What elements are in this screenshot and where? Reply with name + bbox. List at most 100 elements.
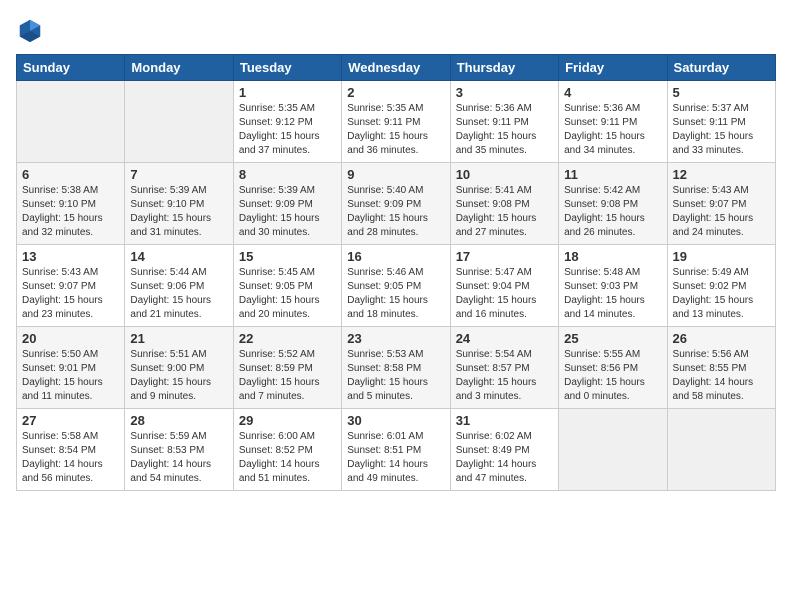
day-detail: Sunrise: 5:39 AM Sunset: 9:09 PM Dayligh…: [239, 184, 336, 240]
calendar-day: 24 Sunrise: 5:54 AM Sunset: 8:57 PM Dayli…: [450, 327, 558, 409]
day-number: 5: [673, 85, 770, 100]
day-number: 10: [456, 167, 553, 182]
day-number: 29: [239, 413, 336, 428]
day-detail: Sunrise: 5:56 AM Sunset: 8:55 PM Dayligh…: [673, 348, 770, 404]
calendar-day: 21 Sunrise: 5:51 AM Sunset: 9:00 PM Dayli…: [125, 327, 233, 409]
calendar-day: 14 Sunrise: 5:44 AM Sunset: 9:06 PM Dayli…: [125, 245, 233, 327]
calendar-day: 4Sunrise: 5:36 AM Sunset: 9:11 PM Daylig…: [559, 81, 667, 163]
day-detail: Sunrise: 5:39 AM Sunset: 9:10 PM Dayligh…: [130, 184, 227, 240]
day-detail: Sunrise: 5:58 AM Sunset: 8:54 PM Dayligh…: [22, 430, 119, 486]
day-number: 3: [456, 85, 553, 100]
day-number: 11: [564, 167, 661, 182]
calendar-day: 17Sunrise: 5:47 AM Sunset: 9:04 PM Dayli…: [450, 245, 558, 327]
day-number: 23: [347, 331, 444, 346]
calendar-day: 2 Sunrise: 5:35 AM Sunset: 9:11 PM Daylig…: [342, 81, 450, 163]
day-detail: Sunrise: 5:35 AM Sunset: 9:12 PM Dayligh…: [239, 102, 336, 158]
day-number: 25: [564, 331, 661, 346]
day-detail: Sunrise: 5:35 AM Sunset: 9:11 PM Dayligh…: [347, 102, 444, 158]
page-header: [16, 16, 776, 44]
weekday-header: Wednesday: [342, 55, 450, 81]
calendar-body: 1 Sunrise: 5:35 AM Sunset: 9:12 PM Daylig…: [17, 81, 776, 491]
day-number: 21: [130, 331, 227, 346]
calendar-day: 13 Sunrise: 5:43 AM Sunset: 9:07 PM Dayli…: [17, 245, 125, 327]
calendar-day: [559, 409, 667, 491]
weekday-header: Friday: [559, 55, 667, 81]
day-number: 7: [130, 167, 227, 182]
calendar-day: [125, 81, 233, 163]
day-detail: Sunrise: 5:37 AM Sunset: 9:11 PM Dayligh…: [673, 102, 770, 158]
day-detail: Sunrise: 5:52 AM Sunset: 8:59 PM Dayligh…: [239, 348, 336, 404]
day-detail: Sunrise: 6:02 AM Sunset: 8:49 PM Dayligh…: [456, 430, 553, 486]
weekday-header: Thursday: [450, 55, 558, 81]
day-number: 24: [456, 331, 553, 346]
day-detail: Sunrise: 5:51 AM Sunset: 9:00 PM Dayligh…: [130, 348, 227, 404]
day-detail: Sunrise: 5:45 AM Sunset: 9:05 PM Dayligh…: [239, 266, 336, 322]
day-number: 15: [239, 249, 336, 264]
calendar-day: 25Sunrise: 5:55 AM Sunset: 8:56 PM Dayli…: [559, 327, 667, 409]
day-detail: Sunrise: 5:40 AM Sunset: 9:09 PM Dayligh…: [347, 184, 444, 240]
day-number: 14: [130, 249, 227, 264]
calendar-day: 22 Sunrise: 5:52 AM Sunset: 8:59 PM Dayli…: [233, 327, 341, 409]
calendar-table: SundayMondayTuesdayWednesdayThursdayFrid…: [16, 54, 776, 491]
week-row: 6 Sunrise: 5:38 AM Sunset: 9:10 PM Daylig…: [17, 163, 776, 245]
day-number: 13: [22, 249, 119, 264]
day-number: 26: [673, 331, 770, 346]
day-detail: Sunrise: 5:49 AM Sunset: 9:02 PM Dayligh…: [673, 266, 770, 322]
weekday-header: Saturday: [667, 55, 775, 81]
day-detail: Sunrise: 5:54 AM Sunset: 8:57 PM Dayligh…: [456, 348, 553, 404]
day-detail: Sunrise: 5:36 AM Sunset: 9:11 PM Dayligh…: [564, 102, 661, 158]
weekday-header: Sunday: [17, 55, 125, 81]
day-number: 27: [22, 413, 119, 428]
week-row: 13 Sunrise: 5:43 AM Sunset: 9:07 PM Dayli…: [17, 245, 776, 327]
calendar-day: [667, 409, 775, 491]
calendar-day: 23 Sunrise: 5:53 AM Sunset: 8:58 PM Dayli…: [342, 327, 450, 409]
day-number: 1: [239, 85, 336, 100]
day-number: 22: [239, 331, 336, 346]
day-detail: Sunrise: 5:38 AM Sunset: 9:10 PM Dayligh…: [22, 184, 119, 240]
calendar-day: 28Sunrise: 5:59 AM Sunset: 8:53 PM Dayli…: [125, 409, 233, 491]
day-number: 6: [22, 167, 119, 182]
calendar-day: 1 Sunrise: 5:35 AM Sunset: 9:12 PM Daylig…: [233, 81, 341, 163]
day-detail: Sunrise: 6:01 AM Sunset: 8:51 PM Dayligh…: [347, 430, 444, 486]
day-detail: Sunrise: 5:46 AM Sunset: 9:05 PM Dayligh…: [347, 266, 444, 322]
day-number: 2: [347, 85, 444, 100]
day-number: 8: [239, 167, 336, 182]
weekday-header: Monday: [125, 55, 233, 81]
day-detail: Sunrise: 5:42 AM Sunset: 9:08 PM Dayligh…: [564, 184, 661, 240]
calendar-day: 11 Sunrise: 5:42 AM Sunset: 9:08 PM Dayli…: [559, 163, 667, 245]
day-number: 20: [22, 331, 119, 346]
day-detail: Sunrise: 5:48 AM Sunset: 9:03 PM Dayligh…: [564, 266, 661, 322]
day-detail: Sunrise: 5:53 AM Sunset: 8:58 PM Dayligh…: [347, 348, 444, 404]
logo: [16, 16, 48, 44]
calendar-day: 5 Sunrise: 5:37 AM Sunset: 9:11 PM Daylig…: [667, 81, 775, 163]
day-number: 16: [347, 249, 444, 264]
calendar-day: 9 Sunrise: 5:40 AM Sunset: 9:09 PM Daylig…: [342, 163, 450, 245]
calendar-day: 20 Sunrise: 5:50 AM Sunset: 9:01 PM Dayli…: [17, 327, 125, 409]
day-detail: Sunrise: 5:59 AM Sunset: 8:53 PM Dayligh…: [130, 430, 227, 486]
day-number: 18: [564, 249, 661, 264]
day-number: 9: [347, 167, 444, 182]
calendar-day: 19 Sunrise: 5:49 AM Sunset: 9:02 PM Dayli…: [667, 245, 775, 327]
calendar-day: 12Sunrise: 5:43 AM Sunset: 9:07 PM Dayli…: [667, 163, 775, 245]
week-row: 20 Sunrise: 5:50 AM Sunset: 9:01 PM Dayli…: [17, 327, 776, 409]
week-row: 1 Sunrise: 5:35 AM Sunset: 9:12 PM Daylig…: [17, 81, 776, 163]
weekday-header-row: SundayMondayTuesdayWednesdayThursdayFrid…: [17, 55, 776, 81]
week-row: 27 Sunrise: 5:58 AM Sunset: 8:54 PM Dayli…: [17, 409, 776, 491]
day-detail: Sunrise: 5:44 AM Sunset: 9:06 PM Dayligh…: [130, 266, 227, 322]
weekday-header: Tuesday: [233, 55, 341, 81]
day-detail: Sunrise: 5:43 AM Sunset: 9:07 PM Dayligh…: [673, 184, 770, 240]
day-detail: Sunrise: 5:41 AM Sunset: 9:08 PM Dayligh…: [456, 184, 553, 240]
calendar-day: [17, 81, 125, 163]
calendar-day: 7 Sunrise: 5:39 AM Sunset: 9:10 PM Daylig…: [125, 163, 233, 245]
calendar-day: 15 Sunrise: 5:45 AM Sunset: 9:05 PM Dayli…: [233, 245, 341, 327]
calendar-day: 8 Sunrise: 5:39 AM Sunset: 9:09 PM Daylig…: [233, 163, 341, 245]
day-detail: Sunrise: 5:50 AM Sunset: 9:01 PM Dayligh…: [22, 348, 119, 404]
day-detail: Sunrise: 5:43 AM Sunset: 9:07 PM Dayligh…: [22, 266, 119, 322]
day-detail: Sunrise: 5:47 AM Sunset: 9:04 PM Dayligh…: [456, 266, 553, 322]
calendar-day: 3Sunrise: 5:36 AM Sunset: 9:11 PM Daylig…: [450, 81, 558, 163]
day-number: 19: [673, 249, 770, 264]
calendar-header: SundayMondayTuesdayWednesdayThursdayFrid…: [17, 55, 776, 81]
day-number: 30: [347, 413, 444, 428]
calendar-day: 16 Sunrise: 5:46 AM Sunset: 9:05 PM Dayli…: [342, 245, 450, 327]
calendar-day: 18 Sunrise: 5:48 AM Sunset: 9:03 PM Dayli…: [559, 245, 667, 327]
